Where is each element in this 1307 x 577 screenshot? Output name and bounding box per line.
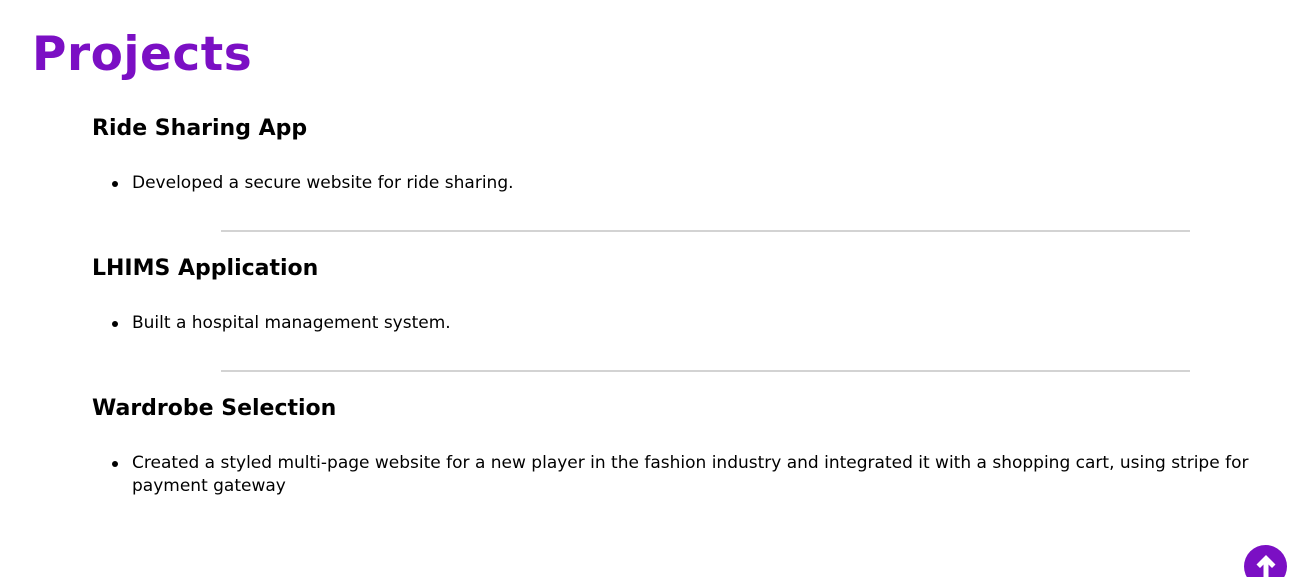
projects-page: Projects Ride Sharing App Developed a se… bbox=[0, 0, 1307, 577]
project-title: LHIMS Application bbox=[92, 256, 319, 281]
project-point: Built a hospital management system. bbox=[92, 312, 1292, 335]
project-point-text: Created a styled multi-page website for … bbox=[132, 453, 1249, 496]
project-title: Ride Sharing App bbox=[92, 116, 308, 141]
project-points: Created a styled multi-page website for … bbox=[92, 452, 1292, 498]
divider bbox=[221, 230, 1190, 232]
project-title: Wardrobe Selection bbox=[92, 396, 337, 421]
arrow-up-icon bbox=[1256, 555, 1275, 577]
section-title: Projects bbox=[32, 27, 253, 82]
project-ride-sharing: Ride Sharing App Developed a secure webs… bbox=[92, 116, 1292, 193]
project-point-text: Developed a secure website for ride shar… bbox=[132, 173, 514, 193]
bullet-dot bbox=[112, 321, 118, 327]
bullet-dot bbox=[112, 181, 118, 187]
project-point: Created a styled multi-page website for … bbox=[92, 452, 1292, 498]
project-point-text: Built a hospital management system. bbox=[132, 313, 451, 333]
project-points: Built a hospital management system. bbox=[92, 312, 1292, 335]
project-points: Developed a secure website for ride shar… bbox=[92, 172, 1292, 195]
project-lhims: LHIMS Application Built a hospital manag… bbox=[92, 256, 1292, 333]
divider bbox=[221, 370, 1190, 372]
scroll-to-top-button[interactable] bbox=[1244, 545, 1287, 577]
project-wardrobe: Wardrobe Selection Created a styled mult… bbox=[92, 396, 1292, 496]
project-point: Developed a secure website for ride shar… bbox=[92, 172, 1292, 195]
bullet-dot bbox=[112, 461, 118, 467]
